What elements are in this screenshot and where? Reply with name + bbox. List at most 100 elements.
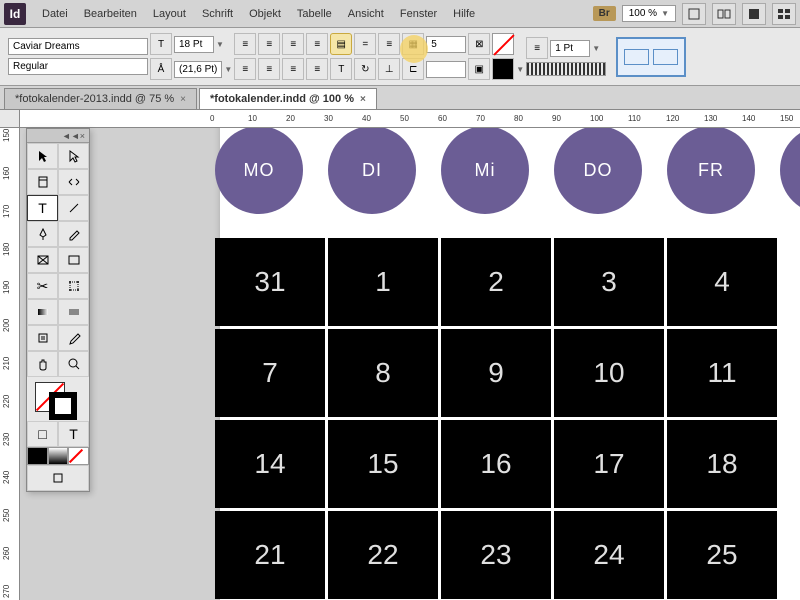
split-cell-icon[interactable]: ▣ [468,58,490,80]
calendar-cell[interactable]: 9 [441,329,551,417]
zoom-tool[interactable] [58,351,89,377]
stroke-weight-field[interactable]: 1 Pt [550,40,590,57]
calendar-cell[interactable]: 18 [667,420,777,508]
close-icon[interactable]: × [180,94,186,105]
view-mode-2-icon[interactable] [712,3,736,25]
gap-tool[interactable] [58,169,89,195]
menu-layout[interactable]: Layout [145,8,194,20]
rectangle-tool[interactable] [58,247,89,273]
menu-fenster[interactable]: Fenster [392,8,445,20]
close-icon[interactable]: × [360,94,366,105]
calendar-cell[interactable]: 23 [441,511,551,599]
menu-schrift[interactable]: Schrift [194,8,241,20]
calendar-cell[interactable]: 8 [328,329,438,417]
calendar-cell[interactable]: 7 [215,329,325,417]
line-tool[interactable] [58,195,89,221]
bridge-badge[interactable]: Br [593,6,616,21]
span-columns-icon[interactable]: ⊏ [402,58,424,80]
text-wrap-icon[interactable]: ⊥ [378,58,400,80]
gutter-field[interactable] [426,61,466,78]
apply-none[interactable] [68,447,89,465]
font-family-field[interactable]: Caviar Dreams [8,38,148,55]
calendar-cell[interactable]: 4 [667,238,777,326]
menu-objekt[interactable]: Objekt [241,8,289,20]
font-size-field[interactable]: 18 Pt [174,36,214,53]
hand-tool[interactable] [27,351,58,377]
calendar-cell[interactable]: 11 [667,329,777,417]
note-tool[interactable] [27,325,58,351]
ruler-origin[interactable] [0,110,20,128]
menu-ansicht[interactable]: Ansicht [340,8,392,20]
calendar-cell[interactable]: 1 [328,238,438,326]
columns-icon[interactable]: ▦ [402,33,424,55]
eyedropper-tool[interactable] [58,325,89,351]
chevron-down-icon[interactable]: ▼ [216,40,224,49]
tab-fotokalender[interactable]: *fotokalender.indd @ 100 % × [199,88,377,109]
free-transform-tool[interactable] [58,273,89,299]
view-mode-1-icon[interactable] [682,3,706,25]
scissors-tool[interactable]: ✂ [27,273,58,299]
rectangle-frame-tool[interactable] [27,247,58,273]
chevron-down-icon[interactable]: ▼ [516,65,524,74]
calendar-cell[interactable]: 15 [328,420,438,508]
tab-fotokalender-2013[interactable]: *fotokalender-2013.indd @ 75 % × [4,88,197,109]
pen-tool[interactable] [27,221,58,247]
calendar-cell[interactable]: 17 [554,420,664,508]
align-left-icon[interactable]: ≡ [234,33,256,55]
chevron-down-icon[interactable]: ▼ [592,44,600,53]
font-style-field[interactable]: Regular [8,58,148,75]
formatting-container-icon[interactable]: □ [27,421,58,447]
leading-field[interactable]: (21,6 Pt) [174,61,222,78]
rotate-text-icon[interactable]: ↻ [354,58,376,80]
fill-stroke-swatch[interactable] [27,377,89,421]
vertical-ruler[interactable]: 150160170180190200210220230240250260270 [0,128,20,600]
direct-selection-tool[interactable] [58,143,89,169]
type-tool[interactable]: T [27,195,58,221]
align-center-icon[interactable]: ≡ [258,33,280,55]
pencil-tool[interactable] [58,221,89,247]
justify-right-icon[interactable]: ≡ [282,58,304,80]
calendar-cell[interactable]: 14 [215,420,325,508]
calendar-cell[interactable]: 25 [667,511,777,599]
apply-color[interactable] [27,447,48,465]
cell-preview[interactable] [616,37,686,77]
calendar-cell[interactable]: 24 [554,511,664,599]
vertical-align-top-icon[interactable]: ▤ [330,33,352,55]
selection-tool[interactable] [27,143,58,169]
calendar-cell[interactable]: 16 [441,420,551,508]
apply-gradient[interactable] [48,447,69,465]
align-justify-icon[interactable]: ≡ [306,33,328,55]
stroke-color[interactable] [49,392,77,420]
justify-all-icon[interactable]: ≡ [306,58,328,80]
screen-mode-icon[interactable] [742,3,766,25]
canvas[interactable]: MODIMiDOFRS 3112347891011141516171821222… [20,128,800,600]
stroke-swatch[interactable] [492,58,514,80]
merge-cells-icon[interactable]: ⊠ [468,33,490,55]
calendar-cell[interactable]: 21 [215,511,325,599]
zoom-level[interactable]: 100 % ▼ [622,5,676,22]
menu-hilfe[interactable]: Hilfe [445,8,483,20]
page-tool[interactable] [27,169,58,195]
calendar-cell[interactable]: 31 [215,238,325,326]
menu-tabelle[interactable]: Tabelle [289,8,340,20]
chevron-down-icon[interactable]: ▼ [224,65,232,74]
justify-center-icon[interactable]: ≡ [258,58,280,80]
calendar-cell[interactable]: 10 [554,329,664,417]
fill-swatch[interactable] [492,33,514,55]
formatting-text-icon[interactable]: T [58,421,89,447]
text-frame-icon[interactable]: T [330,58,352,80]
view-mode-tool[interactable] [27,465,89,491]
arrange-icon[interactable] [772,3,796,25]
columns-field[interactable]: 5 [426,36,466,53]
menu-datei[interactable]: Datei [34,8,76,20]
horizontal-ruler[interactable]: 0102030405060708090100110120130140150 [20,110,800,128]
gradient-swatch-tool[interactable] [27,299,58,325]
vertical-align-center-icon[interactable]: = [354,33,376,55]
justify-left-icon[interactable]: ≡ [234,58,256,80]
bullets-icon[interactable]: ≡ [378,33,400,55]
calendar-cell[interactable]: 22 [328,511,438,599]
align-right-icon[interactable]: ≡ [282,33,304,55]
calendar-cell[interactable]: 2 [441,238,551,326]
calendar-cell[interactable]: 3 [554,238,664,326]
gradient-feather-tool[interactable] [58,299,89,325]
